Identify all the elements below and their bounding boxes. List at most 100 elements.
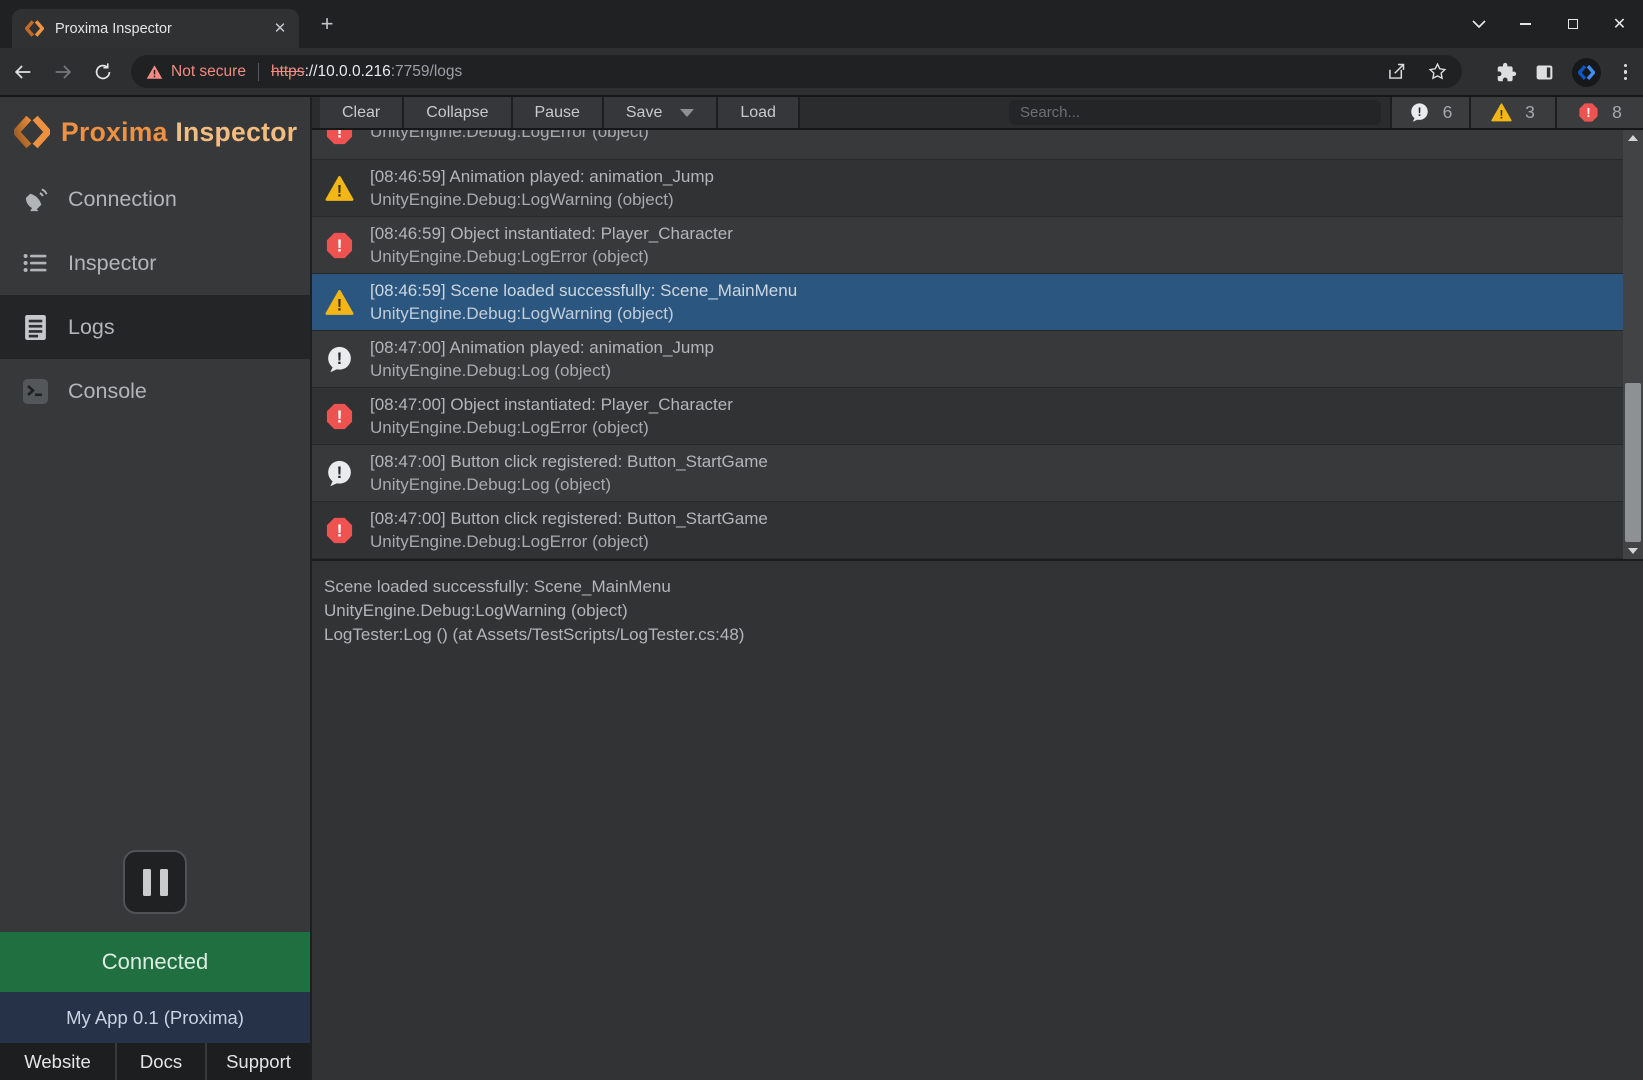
error-icon: ! [325,516,355,545]
search-input[interactable] [1009,100,1381,125]
log-source: UnityEngine.Debug:LogWarning (object) [370,188,714,211]
log-message: [08:47:00] Animation played: animation_J… [370,336,714,359]
footer-link-website[interactable]: Website [0,1043,117,1080]
svg-text:!: ! [337,182,342,200]
save-button[interactable]: Save [604,97,718,128]
log-rows: ! ! ! UnityEngine.Debug:LogError (object… [312,130,1623,559]
app-info-banner: My App 0.1 (Proxima) [0,992,310,1043]
svg-text:!: ! [1587,106,1591,120]
back-button[interactable] [6,55,40,89]
sidebar-item-inspector[interactable]: Inspector [0,231,310,295]
browser-tab[interactable]: Proxima Inspector ✕ [12,9,299,48]
scrollbar-thumb[interactable] [1625,383,1641,542]
warning-icon: ! [325,174,355,203]
logs-panel: Clear Collapse Pause Save Load ! 6 ! 3 !… [310,97,1643,1080]
sidebar-item-label: Inspector [68,251,156,276]
warning-icon: ! [1491,102,1512,123]
log-detail-panel: Scene loaded successfully: Scene_MainMen… [312,559,1643,1080]
info-icon: ! [325,345,355,374]
document-icon [20,314,50,341]
extensions-puzzle-icon[interactable] [1496,62,1517,83]
warning-count: 3 [1525,102,1535,123]
terminal-icon [20,378,50,405]
svg-text:!: ! [337,406,343,426]
side-panel-icon[interactable] [1534,62,1555,83]
brand: Proxima Inspector [0,97,310,155]
sidebar-item-console[interactable]: Console [0,359,310,423]
info-icon: ! [1409,102,1430,123]
scroll-up-icon[interactable] [1623,130,1643,146]
browser-tab-strip: Proxima Inspector ✕ + ✕ [0,0,1643,48]
browser-menu-icon[interactable] [1618,64,1634,81]
warning-count-filter[interactable]: ! 3 [1469,97,1555,128]
share-icon[interactable] [1386,61,1407,82]
svg-text:!: ! [337,349,343,368]
log-entry[interactable]: ! ! ! [08:46:59] Animation played: anima… [312,160,1623,217]
pause-button[interactable]: Pause [513,97,604,128]
satellite-dish-icon [20,186,50,213]
log-entry[interactable]: ! ! ! UnityEngine.Debug:LogError (object… [312,130,1623,160]
tab-close-icon[interactable]: ✕ [271,20,289,38]
pause-stream-button[interactable] [123,850,187,914]
log-entry[interactable]: ! ! ! [08:46:59] Object instantiated: Pl… [312,217,1623,274]
clear-button[interactable]: Clear [320,97,404,128]
save-dropdown-icon[interactable] [680,109,694,117]
svg-text:!: ! [337,520,343,540]
log-source: UnityEngine.Debug:LogError (object) [370,245,733,268]
detail-line: UnityEngine.Debug:LogWarning (object) [324,599,1627,623]
window-maximize-button[interactable] [1549,0,1596,48]
error-icon: ! [1578,102,1599,123]
list-icon [20,250,50,276]
svg-text:!: ! [337,130,343,141]
browser-navbar: Not secure https://10.0.0.216:7759/logs [0,48,1643,97]
reload-button[interactable] [86,55,120,89]
sidebar-item-label: Logs [68,315,115,340]
svg-text:!: ! [337,296,342,314]
load-button[interactable]: Load [718,97,800,128]
sidebar-footer: Website Docs Support [0,1043,310,1080]
app-title: Proxima Inspector [61,117,297,148]
log-entry[interactable]: ! ! ! [08:47:00] Animation played: anima… [312,331,1623,388]
log-list: ! ! ! UnityEngine.Debug:LogError (object… [312,130,1643,559]
window-close-button[interactable]: ✕ [1596,0,1643,48]
pause-icon [143,869,151,896]
log-entry[interactable]: ! ! ! [08:46:59] Scene loaded successful… [312,274,1623,331]
sidebar-item-label: Console [68,379,147,404]
log-entry[interactable]: ! ! ! [08:47:00] Button click registered… [312,502,1623,559]
sidebar-item-connection[interactable]: Connection [0,167,310,231]
log-message: [08:46:59] Object instantiated: Player_C… [370,222,733,245]
sidebar-item-logs[interactable]: Logs [0,295,310,359]
window-minimize-button[interactable] [1502,0,1549,48]
profile-avatar[interactable] [1572,58,1601,87]
omnibox-divider [258,63,259,81]
info-count-filter[interactable]: ! 6 [1390,97,1469,128]
footer-link-support[interactable]: Support [207,1043,310,1080]
log-source: UnityEngine.Debug:Log (object) [370,359,714,382]
footer-link-docs[interactable]: Docs [117,1043,207,1080]
svg-text:!: ! [337,235,343,255]
collapse-button[interactable]: Collapse [404,97,512,128]
scroll-down-icon[interactable] [1623,543,1643,559]
address-bar[interactable]: Not secure https://10.0.0.216:7759/logs [131,55,1462,88]
error-count-filter[interactable]: ! 8 [1555,97,1643,128]
log-message: [08:46:59] Scene loaded successfully: Sc… [370,279,797,302]
log-message: [08:46:59] Animation played: animation_J… [370,165,714,188]
forward-button[interactable] [46,55,80,89]
new-tab-button[interactable]: + [312,11,342,39]
log-message: [08:47:00] Object instantiated: Player_C… [370,393,733,416]
bookmark-star-icon[interactable] [1427,61,1448,82]
url-text: https://10.0.0.216:7759/logs [271,63,1376,81]
info-icon: ! [325,459,355,488]
error-count: 8 [1612,102,1622,123]
log-entry[interactable]: ! ! ! [08:47:00] Object instantiated: Pl… [312,388,1623,445]
log-entry[interactable]: ! ! ! [08:47:00] Button click registered… [312,445,1623,502]
log-source: UnityEngine.Debug:LogError (object) [370,530,768,553]
error-icon: ! [325,130,355,146]
log-scrollbar[interactable] [1623,130,1643,559]
detail-line: LogTester:Log () (at Assets/TestScripts/… [324,623,1627,647]
svg-text:!: ! [1500,107,1504,121]
not-secure-label: Not secure [171,63,246,81]
svg-text:!: ! [337,463,343,482]
sidebar: Proxima Inspector Connection Inspector L… [0,97,310,1080]
tab-search-chevron-icon[interactable] [1455,0,1502,48]
